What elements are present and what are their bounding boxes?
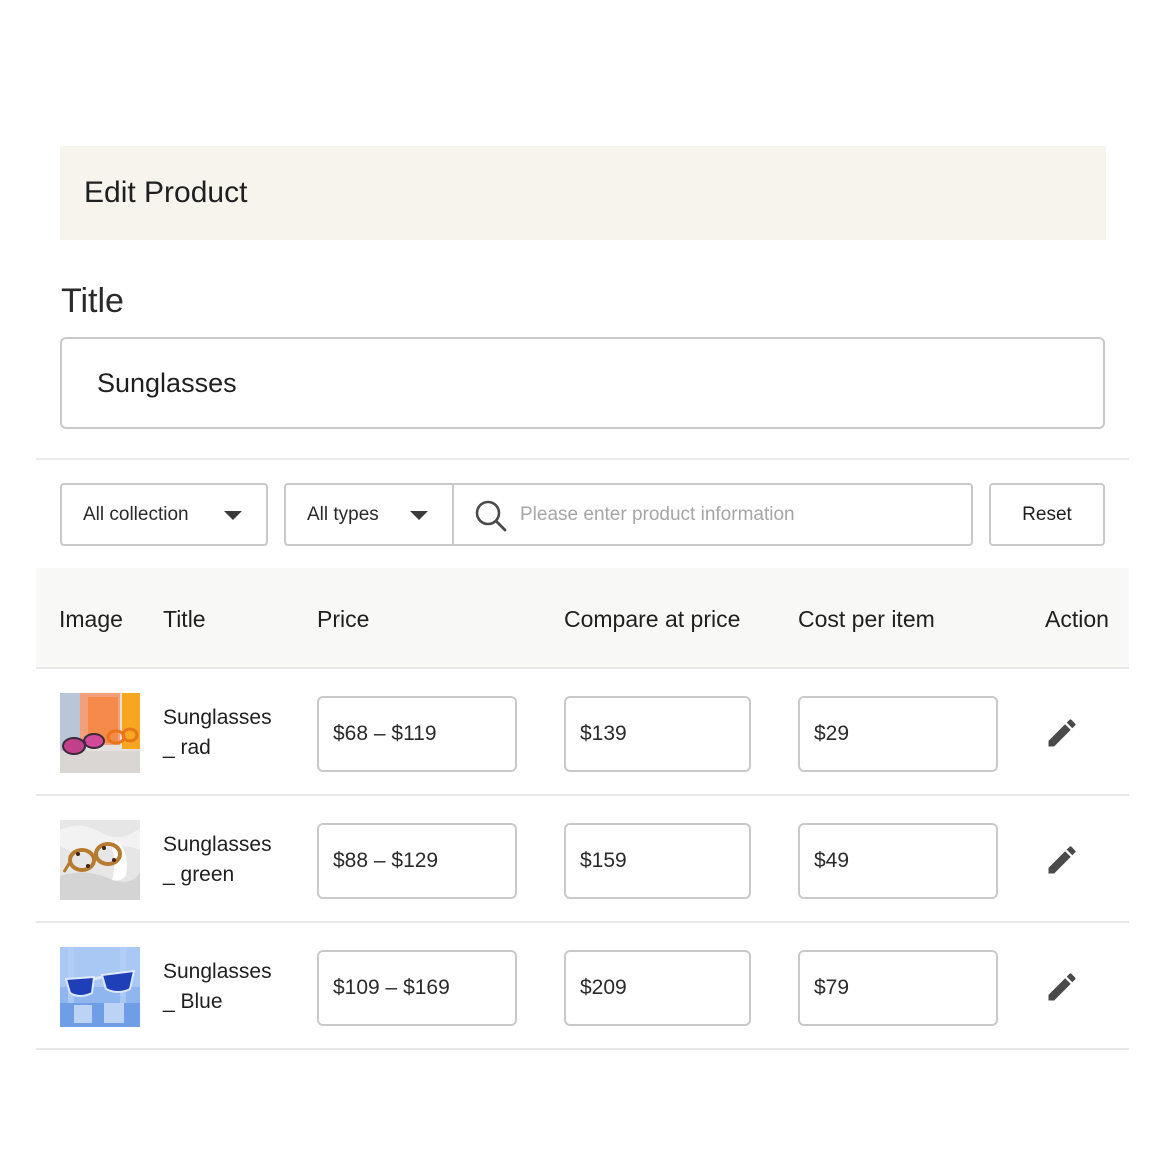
search-input[interactable] <box>520 493 940 537</box>
collection-select-value: All collection <box>83 503 189 525</box>
edit-product-header: Edit Product <box>60 146 1106 240</box>
title-field-label: Title <box>61 282 124 320</box>
cost-per-item-input[interactable] <box>798 823 998 899</box>
edit-button[interactable] <box>1044 715 1080 751</box>
column-header-compare-at-price: Compare at price <box>564 606 741 632</box>
pencil-icon <box>1048 719 1076 747</box>
product-title: Sunglasses _ green <box>163 833 272 886</box>
type-select-value: All types <box>307 503 379 525</box>
type-select[interactable]: All types <box>284 483 454 546</box>
column-header-title: Title <box>163 606 206 632</box>
page-title: Edit Product <box>84 176 248 209</box>
cost-per-item-input[interactable] <box>798 696 998 772</box>
product-image-red-sunglasses <box>60 693 140 773</box>
price-input[interactable] <box>317 823 517 899</box>
column-header-cost-per-item: Cost per item <box>798 606 935 632</box>
product-title: Sunglasses _ rad <box>163 706 272 759</box>
price-input[interactable] <box>317 696 517 772</box>
table-row: Sunglasses _ rad <box>36 669 1129 796</box>
price-input[interactable] <box>317 950 517 1026</box>
cost-per-item-input[interactable] <box>798 950 998 1026</box>
table-header: Image Title Price Compare at price Cost … <box>36 568 1129 669</box>
table-row: Sunglasses _ green <box>36 796 1129 923</box>
pencil-icon <box>1048 973 1076 1001</box>
collection-select[interactable]: All collection <box>60 483 268 546</box>
column-header-price: Price <box>317 606 370 632</box>
compare-at-price-input[interactable] <box>564 696 751 772</box>
edit-button[interactable] <box>1044 969 1080 1005</box>
pencil-icon <box>1048 846 1076 874</box>
product-image-blue-sunglasses <box>60 947 140 1027</box>
reset-button[interactable]: Reset <box>989 483 1105 546</box>
edit-button[interactable] <box>1044 842 1080 878</box>
product-title: Sunglasses _ Blue <box>163 960 272 1013</box>
section-divider <box>36 458 1129 460</box>
title-input[interactable] <box>60 337 1105 429</box>
column-header-image: Image <box>59 606 123 632</box>
compare-at-price-input[interactable] <box>564 823 751 899</box>
product-image-tortoiseshell-glasses <box>60 820 140 900</box>
search-icon <box>475 500 507 532</box>
search-box[interactable] <box>452 483 973 546</box>
column-header-action: Action <box>1045 606 1109 632</box>
table-row: Sunglasses _ Blue <box>36 923 1129 1050</box>
compare-at-price-input[interactable] <box>564 950 751 1026</box>
caret-down-icon <box>410 511 428 520</box>
caret-down-icon <box>224 511 242 520</box>
